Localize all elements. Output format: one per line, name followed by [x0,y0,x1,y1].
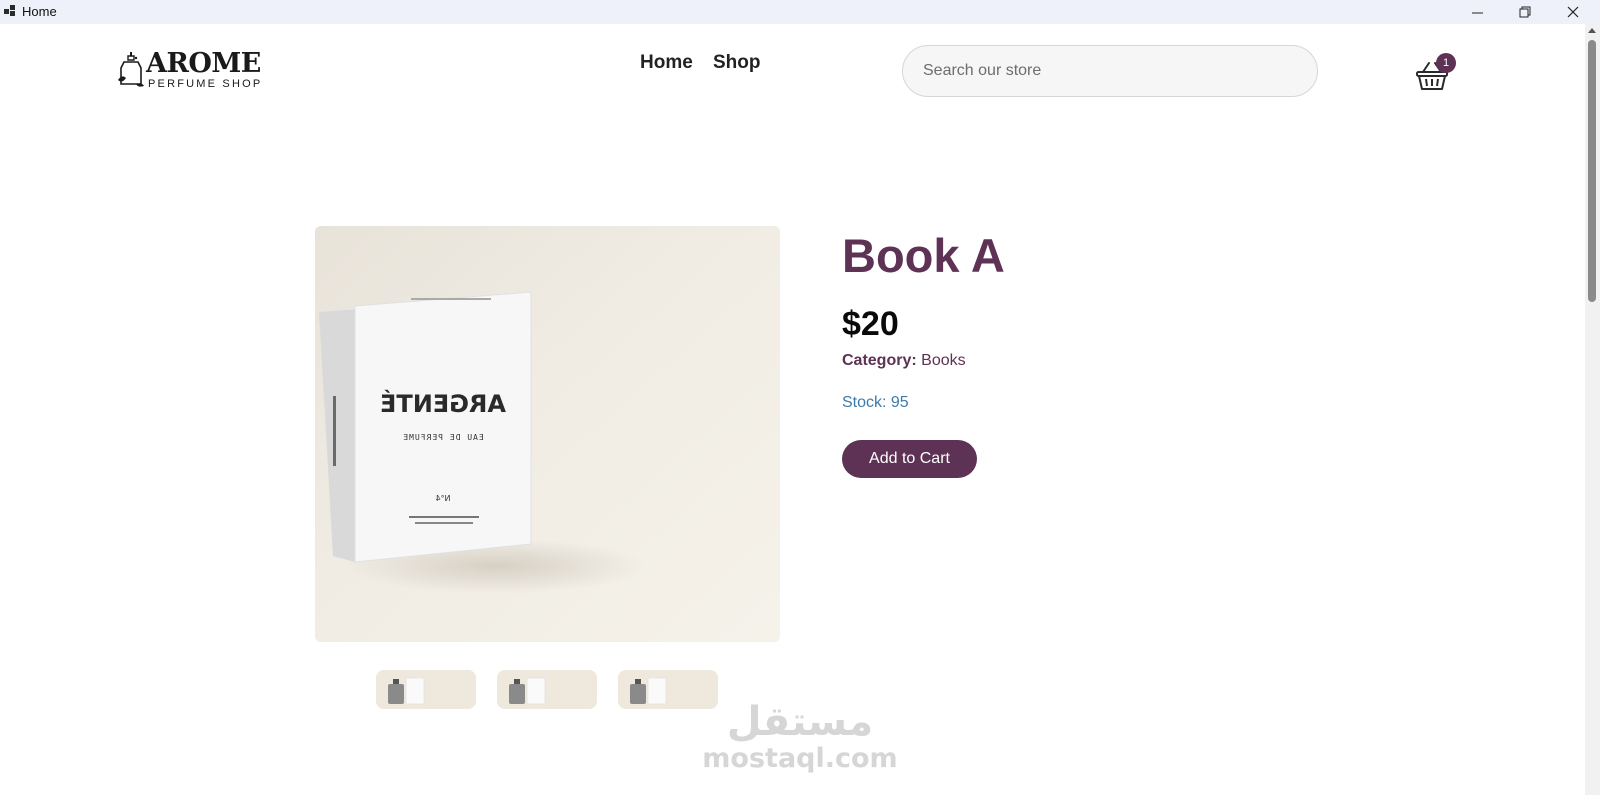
brand-logo[interactable]: AROME PERFUME SHOP [116,48,266,92]
scroll-thumb[interactable] [1588,40,1596,302]
watermark-arabic: مستقل [726,699,874,745]
box-brand-text: ARGENTÉ [380,389,506,418]
watermark-latin: mostaql.com [702,743,898,774]
product-stock: Stock: 95 [842,394,909,411]
perfume-box-illustration: ARGENTÉ EAU DE PERFUME N°4 [315,226,780,642]
product-price: $20 [842,305,899,343]
product-thumbnail[interactable] [497,670,597,709]
watermark: مستقل mostaql.com [700,700,900,780]
box-subtitle-text: EAU DE PERFUME [402,433,483,442]
brand-tagline: PERFUME SHOP [148,78,263,90]
cart-count-badge: 1 [1436,53,1456,73]
brand-name: AROME [146,48,261,79]
minimize-icon[interactable] [1454,0,1500,24]
close-icon[interactable] [1550,0,1596,24]
add-to-cart-button[interactable]: Add to Cart [842,440,977,478]
app-icon [4,5,16,17]
restore-icon[interactable] [1502,0,1548,24]
product-main-image[interactable]: ARGENTÉ EAU DE PERFUME N°4 [315,226,780,642]
window-title: Home [22,4,57,19]
perfume-bottle-logo-icon [118,52,144,87]
category-label: Category: [842,352,917,369]
window-titlebar: Home [0,0,1600,24]
nav-home-link[interactable]: Home [640,52,693,74]
scroll-up-arrow-icon[interactable] [1588,28,1596,33]
box-number-text: N°4 [435,494,450,503]
search-input[interactable] [902,45,1318,97]
category-value: Books [921,352,966,369]
product-thumbnail[interactable] [376,670,476,709]
nav-shop-link[interactable]: Shop [713,52,761,74]
product-category: Category: Books [842,352,966,370]
product-title: Book A [842,229,1005,282]
vertical-scrollbar[interactable] [1585,24,1600,795]
